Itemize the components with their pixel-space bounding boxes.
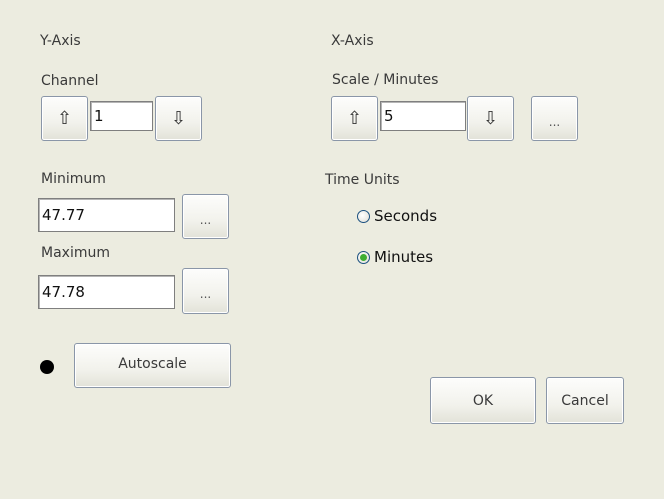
radio-seconds-label: Seconds xyxy=(374,207,438,225)
ellipsis-icon: ... xyxy=(548,114,561,129)
cancel-label: Cancel xyxy=(561,392,609,409)
radio-minutes[interactable]: Minutes xyxy=(357,248,467,268)
maximum-browse-button[interactable]: ... xyxy=(182,268,229,314)
x-axis-heading: X-Axis xyxy=(331,33,374,49)
up-arrow-icon: ⇧ xyxy=(56,108,73,129)
autoscale-indicator-icon xyxy=(40,360,54,374)
scale-minutes-label: Scale / Minutes xyxy=(332,72,439,88)
ok-button[interactable]: OK xyxy=(430,377,536,424)
channel-up-button[interactable]: ⇧ xyxy=(41,96,88,141)
maximum-value: 47.78 xyxy=(42,283,85,301)
autoscale-label: Autoscale xyxy=(118,356,187,372)
minimum-value: 47.77 xyxy=(42,206,85,224)
down-arrow-icon: ⇩ xyxy=(482,108,499,129)
channel-input[interactable]: 1 xyxy=(90,101,153,131)
ok-label: OK xyxy=(472,392,494,409)
ellipsis-icon: ... xyxy=(199,287,212,301)
minimum-input[interactable]: 47.77 xyxy=(38,198,175,232)
maximum-label: Maximum xyxy=(41,245,110,261)
radio-seconds[interactable]: Seconds xyxy=(357,207,467,227)
autoscale-button[interactable]: Autoscale xyxy=(74,343,231,388)
y-axis-heading: Y-Axis xyxy=(40,33,81,49)
up-arrow-icon: ⇧ xyxy=(346,108,363,129)
scale-input[interactable]: 5 xyxy=(380,101,466,131)
time-units-label: Time Units xyxy=(325,172,400,188)
scale-up-button[interactable]: ⇧ xyxy=(331,96,378,141)
radio-minutes-label: Minutes xyxy=(374,248,434,266)
scale-browse-button[interactable]: ... xyxy=(531,96,578,141)
cancel-button[interactable]: Cancel xyxy=(546,377,624,424)
channel-value: 1 xyxy=(94,107,104,125)
scale-down-button[interactable]: ⇩ xyxy=(467,96,514,141)
scale-value: 5 xyxy=(384,107,394,125)
down-arrow-icon: ⇩ xyxy=(170,108,187,129)
radio-unchecked-icon xyxy=(357,210,370,223)
radio-checked-icon xyxy=(357,251,370,264)
channel-label: Channel xyxy=(41,73,99,89)
minimum-browse-button[interactable]: ... xyxy=(182,194,229,239)
maximum-input[interactable]: 47.78 xyxy=(38,275,175,309)
ellipsis-icon: ... xyxy=(199,212,212,227)
channel-down-button[interactable]: ⇩ xyxy=(155,96,202,141)
minimum-label: Minimum xyxy=(41,171,106,187)
